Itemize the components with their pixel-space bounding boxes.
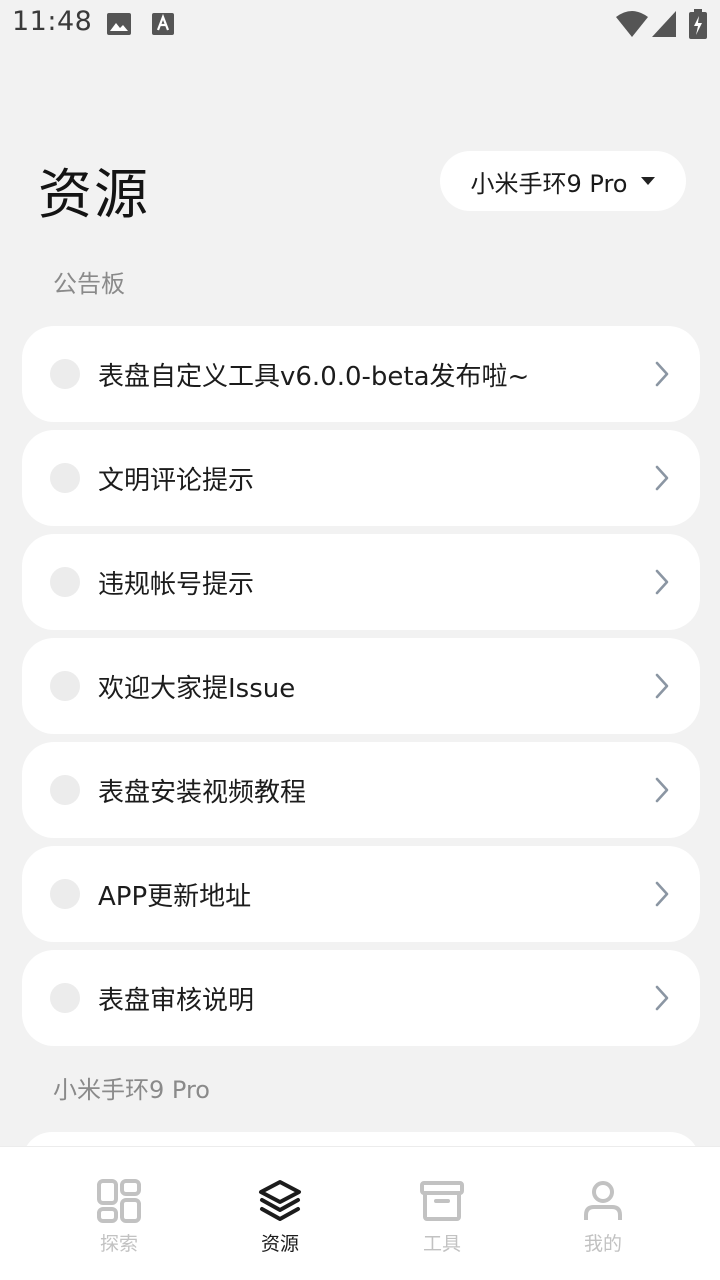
notice-item[interactable]: APP更新地址	[22, 846, 700, 942]
nav-label: 我的	[583, 1233, 622, 1255]
resources-screen: 11:48 资源 小米手环9 Pro 公告板 表盘自定义工具v6.0.0-bet…	[0, 0, 720, 1280]
page-title: 资源	[38, 163, 150, 226]
unread-dot-icon	[50, 567, 80, 597]
nav-resource[interactable]: 资源	[220, 1147, 340, 1280]
device-section-label: 小米手环9 Pro	[53, 1076, 210, 1104]
chevron-right-icon	[655, 465, 669, 491]
notice-item[interactable]: 文明评论提示	[22, 430, 700, 526]
unread-dot-icon	[50, 775, 80, 805]
notice-item[interactable]: 表盘自定义工具v6.0.0-beta发布啦~	[22, 326, 700, 422]
chevron-right-icon	[655, 673, 669, 699]
device-selector-label: 小米手环9 Pro	[470, 169, 628, 198]
notice-list: 表盘自定义工具v6.0.0-beta发布啦~ 文明评论提示 违规帐号提示 欢迎大…	[22, 326, 700, 1054]
notice-board-label: 公告板	[53, 270, 125, 298]
nav-label: 探索	[99, 1233, 138, 1255]
notice-title: APP更新地址	[98, 881, 252, 912]
status-time: 11:48	[12, 6, 93, 37]
caret-down-icon	[641, 177, 656, 185]
archive-box-icon	[420, 1181, 464, 1221]
chevron-right-icon	[655, 569, 669, 595]
layers-icon	[259, 1180, 301, 1221]
notice-title: 表盘审核说明	[98, 985, 255, 1016]
status-bar: 11:48	[0, 0, 720, 48]
unread-dot-icon	[50, 463, 80, 493]
nav-mine[interactable]: 我的	[543, 1147, 663, 1280]
unread-dot-icon	[50, 879, 80, 909]
notice-title: 欢迎大家提Issue	[98, 673, 296, 704]
notice-item[interactable]: 表盘审核说明	[22, 950, 700, 1046]
notice-title: 文明评论提示	[98, 465, 255, 496]
chevron-right-icon	[655, 777, 669, 803]
nav-label: 资源	[260, 1233, 299, 1255]
nav-explore[interactable]: 探索	[59, 1147, 179, 1280]
notice-item[interactable]: 违规帐号提示	[22, 534, 700, 630]
a-icon	[152, 13, 174, 35]
notice-title: 表盘安装视频教程	[98, 777, 307, 808]
chevron-right-icon	[655, 881, 669, 907]
unread-dot-icon	[50, 983, 80, 1013]
notice-item[interactable]: 表盘安装视频教程	[22, 742, 700, 838]
wifi-icon	[616, 11, 648, 37]
image-icon	[107, 13, 131, 35]
user-icon	[584, 1181, 622, 1220]
bottom-nav: 探索 资源 工具 我的	[0, 1146, 720, 1280]
grid-icon	[97, 1179, 141, 1223]
notice-item[interactable]: 欢迎大家提Issue	[22, 638, 700, 734]
unread-dot-icon	[50, 671, 80, 701]
chevron-right-icon	[655, 361, 669, 387]
chevron-right-icon	[655, 985, 669, 1011]
nav-tools[interactable]: 工具	[382, 1147, 502, 1280]
notice-title: 表盘自定义工具v6.0.0-beta发布啦~	[98, 361, 530, 392]
notice-title: 违规帐号提示	[98, 569, 255, 600]
unread-dot-icon	[50, 359, 80, 389]
signal-icon	[652, 11, 676, 37]
battery-icon	[689, 9, 707, 39]
nav-label: 工具	[422, 1233, 461, 1255]
device-selector[interactable]: 小米手环9 Pro	[440, 151, 686, 211]
